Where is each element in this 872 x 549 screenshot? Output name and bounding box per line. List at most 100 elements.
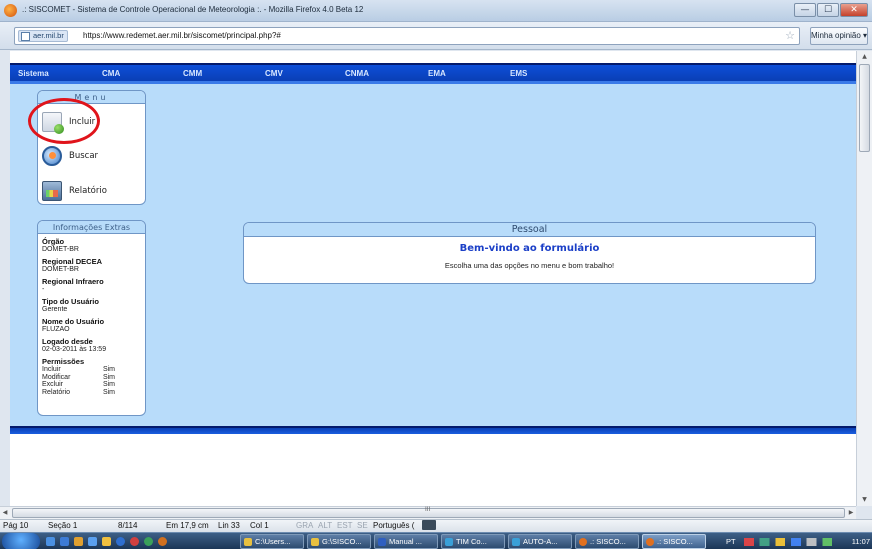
report-icon [42, 181, 62, 201]
taskbar-item-label: Manual ... [389, 537, 422, 546]
spellcheck-icon[interactable] [422, 520, 436, 530]
url-text[interactable]: https://www.redemet.aer.mil.br/siscomet/… [83, 31, 281, 40]
permission-value: Sim [102, 366, 115, 373]
menubar-item-ema[interactable]: EMA [428, 69, 446, 78]
tray-language[interactable]: PT [726, 534, 736, 549]
taskbar-item-users-folder[interactable]: C:\Users... [240, 534, 304, 549]
firefox-icon [579, 538, 587, 546]
status-pages: 8/114 [118, 521, 138, 530]
screen: .: SISCOMET - Sistema de Controle Operac… [0, 0, 872, 549]
status-page: Pág 10 [3, 521, 29, 530]
permission-row: Relatório Sim [42, 389, 141, 397]
quicklaunch-chrome-icon[interactable] [116, 537, 125, 546]
permission-name: Modificar [42, 373, 71, 381]
status-position: Em 17,9 cm [166, 521, 209, 530]
page-footer-bar [10, 426, 856, 434]
menubar-item-cma[interactable]: CMA [102, 69, 120, 78]
maximize-button[interactable]: ☐ [817, 3, 839, 17]
welcome-box: Pessoal Bem-vindo ao formulário Escolha … [243, 222, 816, 284]
menubar-item-cmm[interactable]: CMM [183, 69, 202, 78]
taskbar-item-siscomet-2[interactable]: .: SISCO... [642, 534, 706, 549]
system-tray: PT 11:07 [726, 534, 872, 549]
vertical-scroll-thumb[interactable] [859, 64, 870, 152]
menu-item-label: Relatório [69, 186, 107, 196]
start-button[interactable] [2, 533, 40, 549]
quicklaunch-media-icon[interactable] [130, 537, 139, 546]
menubar-item-ems[interactable]: EMS [510, 69, 527, 78]
taskbar-item-sisco-folder[interactable]: G:\SISCO... [307, 534, 371, 549]
info-label-logado-desde: Logado desde [42, 337, 93, 346]
tray-clock[interactable]: 11:07 [852, 534, 870, 549]
menubar-item-sistema[interactable]: Sistema [18, 69, 49, 78]
permission-value: Sim [102, 373, 115, 381]
bookmark-star-icon[interactable]: ☆ [785, 29, 795, 43]
window-controls: — ☐ ✕ [794, 3, 868, 17]
firefox-icon [646, 538, 654, 546]
quicklaunch-folder-icon[interactable] [74, 537, 83, 546]
site-favicon-icon [21, 32, 30, 41]
vertical-scrollbar[interactable]: ▲ ▼ [856, 51, 872, 506]
info-label-orgao: Órgão [42, 237, 65, 246]
taskbar-item-label: G:\SISCO... [322, 537, 362, 546]
word-statusbar: Pág 10 Seção 1 8/114 Em 17,9 cm Lin 33 C… [0, 519, 872, 532]
menu-item-buscar[interactable]: Buscar [42, 145, 98, 167]
app-icon [445, 538, 453, 546]
taskbar-item-tim[interactable]: TIM Co... [441, 534, 505, 549]
url-bar[interactable]: aer.mil.br https://www.redemet.aer.mil.b… [14, 27, 800, 45]
status-column: Col 1 [250, 521, 269, 530]
quicklaunch-explorer-icon[interactable] [46, 537, 55, 546]
close-button[interactable]: ✕ [840, 3, 868, 17]
taskbar-item-label: .: SISCO... [590, 537, 626, 546]
site-identity-label: aer.mil.br [33, 31, 64, 40]
quicklaunch-network-icon[interactable] [144, 537, 153, 546]
status-language: Português ( [373, 521, 415, 530]
permission-value: Sim [102, 388, 115, 396]
quicklaunch-firefox-icon[interactable] [158, 537, 167, 546]
minimize-button[interactable]: — [794, 3, 816, 17]
taskbar-item-label: TIM Co... [456, 537, 487, 546]
permission-value: Sim [102, 381, 115, 388]
info-panel-title: Informações Extras [38, 221, 145, 234]
taskbar: C:\Users... G:\SISCO... Manual ... TIM C… [0, 532, 872, 549]
scroll-left-icon[interactable]: ◀ [0, 507, 10, 519]
info-value-orgao: DOMET-BR [42, 246, 79, 253]
taskbar-item-label: AUTO-A... [523, 537, 558, 546]
permission-row: Modificar Sim [42, 374, 141, 382]
permission-row: Excluir Sim [42, 381, 141, 389]
info-value-nome-usuario: FLUZAO [42, 326, 70, 333]
taskbar-item-siscomet-1[interactable]: .: SISCO... [575, 534, 639, 549]
navigation-bar: aer.mil.br https://www.redemet.aer.mil.b… [0, 22, 872, 50]
quicklaunch-app-icon[interactable] [102, 537, 111, 546]
site-identity-button[interactable]: aer.mil.br [18, 30, 68, 42]
firefox-icon [4, 4, 17, 17]
taskbar-item-manual[interactable]: Manual ... [374, 534, 438, 549]
app-menubar: Sistema CMA CMM CMV CNMA EMA EMS [10, 63, 856, 84]
status-mode-se: SE [357, 521, 368, 530]
menu-item-relatorio[interactable]: Relatório [42, 180, 107, 202]
permissions-label: Permissões [42, 357, 85, 366]
scroll-down-icon[interactable]: ▼ [857, 494, 872, 506]
quicklaunch-desktop-icon[interactable] [60, 537, 69, 546]
status-mode-gra: GRA [296, 521, 314, 530]
taskbar-item-auto[interactable]: AUTO-A... [508, 534, 572, 549]
menubar-item-cmv[interactable]: CMV [265, 69, 283, 78]
status-mode-est: EST [337, 521, 353, 530]
folder-icon [244, 538, 252, 546]
taskbar-item-label: C:\Users... [255, 537, 291, 546]
word-icon [378, 538, 386, 546]
scroll-right-icon[interactable]: ▶ [846, 507, 856, 519]
window-titlebar: .: SISCOMET - Sistema de Controle Operac… [0, 0, 872, 22]
scroll-up-icon[interactable]: ▲ [857, 51, 872, 63]
info-value-tipo-usuario: Gerente [42, 306, 68, 313]
status-section: Seção 1 [48, 521, 78, 530]
status-line: Lin 33 [218, 521, 240, 530]
welcome-text: Escolha uma das opções no menu e bom tra… [444, 261, 615, 270]
quicklaunch-ie-icon[interactable] [88, 537, 97, 546]
feedback-button[interactable]: Minha opinião ▾ [810, 27, 868, 45]
tray-icons[interactable] [744, 538, 842, 546]
menubar-item-cnma[interactable]: CNMA [345, 69, 369, 78]
info-label-nome-usuario: Nome do Usuário [42, 317, 105, 326]
horizontal-scrollbar[interactable]: ◀ III ▶ [0, 506, 856, 519]
window-title: .: SISCOMET - Sistema de Controle Operac… [22, 5, 364, 14]
permission-row: Incluir Sim [42, 366, 141, 374]
